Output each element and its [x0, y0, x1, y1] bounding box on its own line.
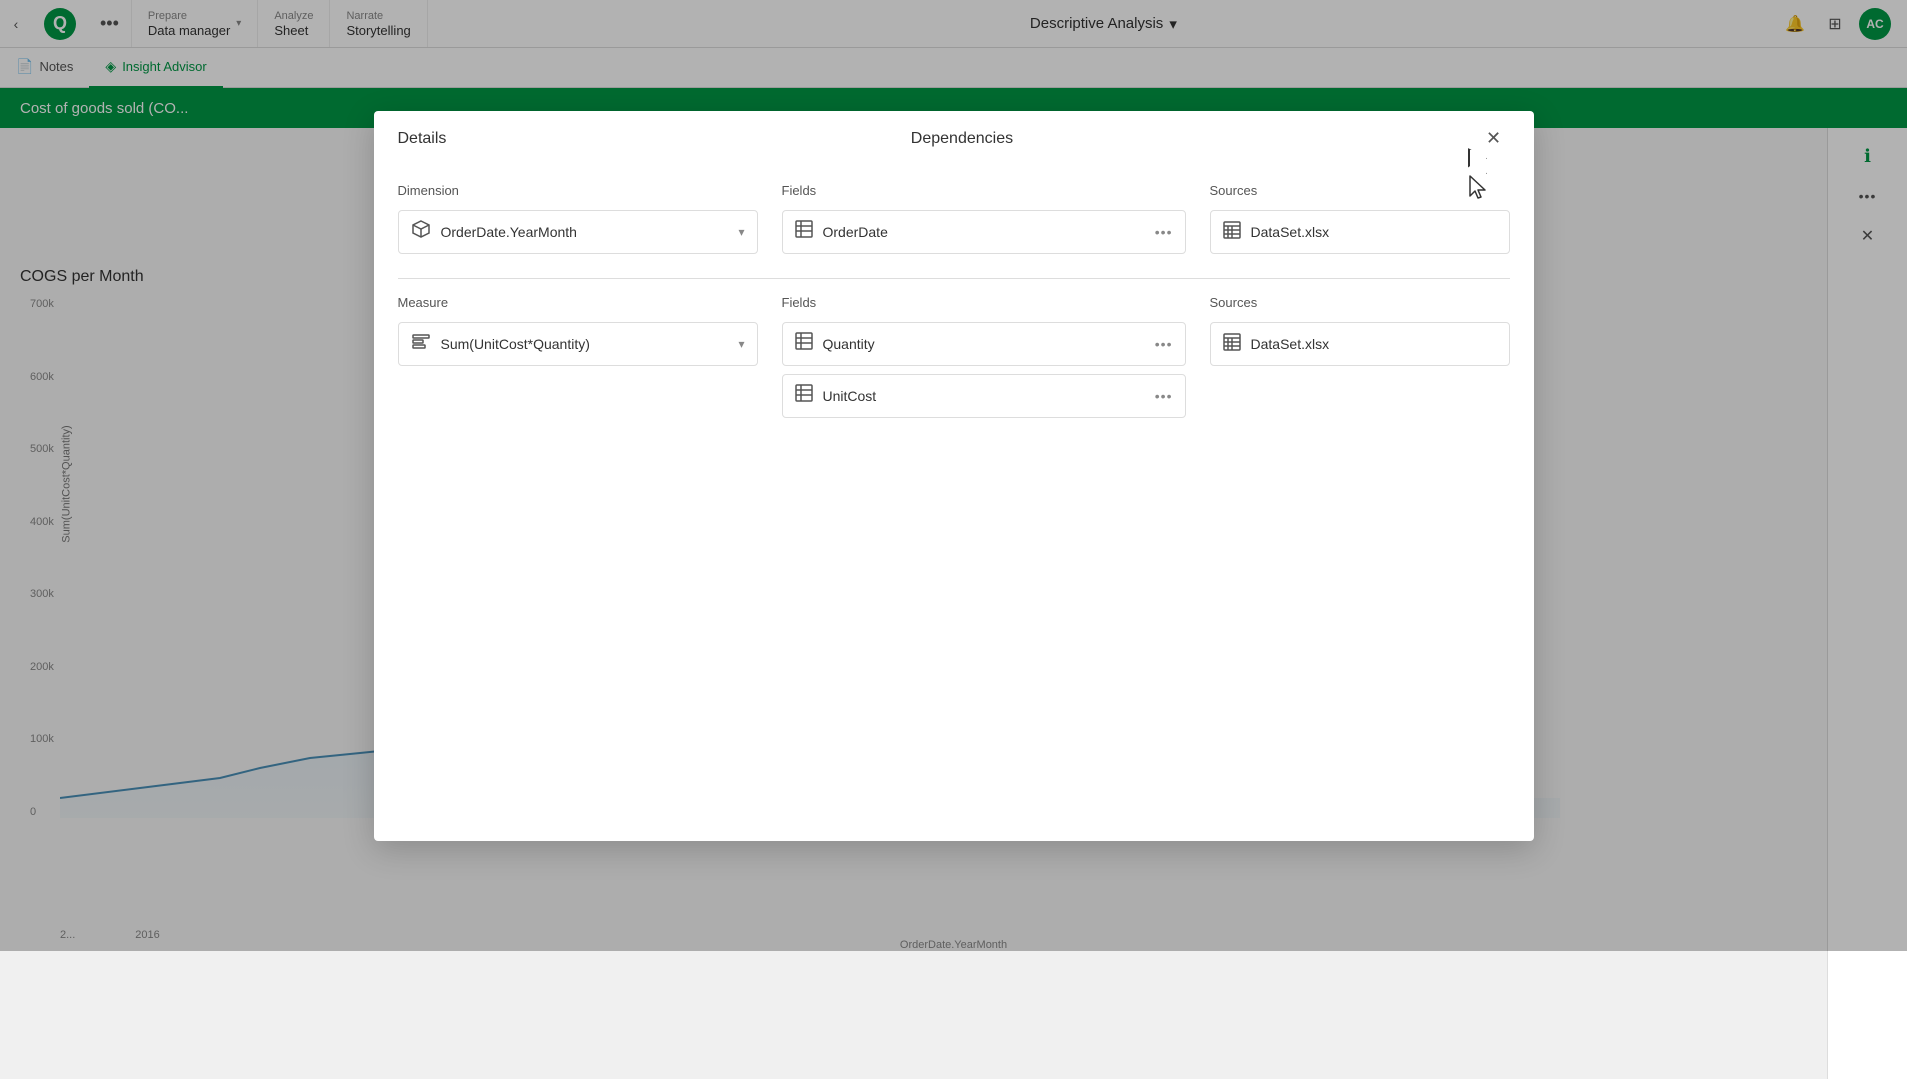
measure-item-icon: [411, 331, 431, 356]
dimension-source-card: DataSet.xlsx: [1210, 210, 1510, 254]
measure-source-table-icon: [1223, 333, 1241, 354]
measure-section-row: Measure Sum(UnitCost*Quantity) ▾ Fields: [398, 295, 1510, 426]
section-divider: [398, 278, 1510, 279]
dimension-item-label: OrderDate.YearMonth: [441, 224, 729, 240]
unitcost-field-icon: [795, 384, 813, 407]
measure-fields-column: Fields Quantity •••: [782, 295, 1186, 426]
measure-sources-column: Sources DataSet.xlsx: [1210, 295, 1510, 426]
modal-dependencies-label: Dependencies: [446, 130, 1477, 148]
dimension-field-more-icon[interactable]: •••: [1155, 224, 1173, 240]
measure-item-card[interactable]: Sum(UnitCost*Quantity) ▾: [398, 322, 758, 366]
quantity-field-more-icon[interactable]: •••: [1155, 336, 1173, 352]
measure-fields-header: Fields: [782, 295, 1186, 310]
field-table-icon: [795, 220, 813, 243]
modal-dialog: Details Dependencies ✕ Dimension: [374, 111, 1534, 841]
measure-field-unitcost-label: UnitCost: [823, 388, 1145, 404]
measure-item-label: Sum(UnitCost*Quantity): [441, 336, 729, 352]
dimension-column: Dimension OrderDate.YearMonth ▾: [398, 183, 758, 262]
modal-close-button[interactable]: ✕: [1478, 123, 1510, 155]
quantity-field-icon: [795, 332, 813, 355]
dimension-fields-header: Fields: [782, 183, 1186, 198]
dimension-sources-header: Sources: [1210, 183, 1510, 198]
measure-source-label: DataSet.xlsx: [1251, 336, 1497, 352]
measure-field-quantity-label: Quantity: [823, 336, 1145, 352]
measure-source-card: DataSet.xlsx: [1210, 322, 1510, 366]
dimension-source-label: DataSet.xlsx: [1251, 224, 1497, 240]
dimension-field-orderdate-label: OrderDate: [823, 224, 1145, 240]
measure-field-unitcost[interactable]: UnitCost •••: [782, 374, 1186, 418]
dimension-section-row: Dimension OrderDate.YearMonth ▾: [398, 183, 1510, 262]
measure-header: Measure: [398, 295, 758, 310]
dimension-item-chevron-icon[interactable]: ▾: [738, 225, 744, 239]
unitcost-field-more-icon[interactable]: •••: [1155, 388, 1173, 404]
dimension-item-card[interactable]: OrderDate.YearMonth ▾: [398, 210, 758, 254]
dimension-item-icon: [411, 219, 431, 245]
source-table-icon: [1223, 221, 1241, 242]
measure-item-chevron-icon[interactable]: ▾: [738, 337, 744, 351]
measure-column: Measure Sum(UnitCost*Quantity) ▾: [398, 295, 758, 426]
measure-sources-header: Sources: [1210, 295, 1510, 310]
dimension-fields-column: Fields OrderDate •••: [782, 183, 1186, 262]
dimension-sources-column: Sources DataSet.xlsx: [1210, 183, 1510, 262]
measure-field-quantity[interactable]: Quantity •••: [782, 322, 1186, 366]
modal-header: Details Dependencies ✕: [374, 111, 1534, 167]
modal-body: Dimension OrderDate.YearMonth ▾: [374, 167, 1534, 841]
dimension-field-orderdate[interactable]: OrderDate •••: [782, 210, 1186, 254]
modal-details-label: Details: [398, 130, 447, 148]
dimension-header: Dimension: [398, 183, 758, 198]
